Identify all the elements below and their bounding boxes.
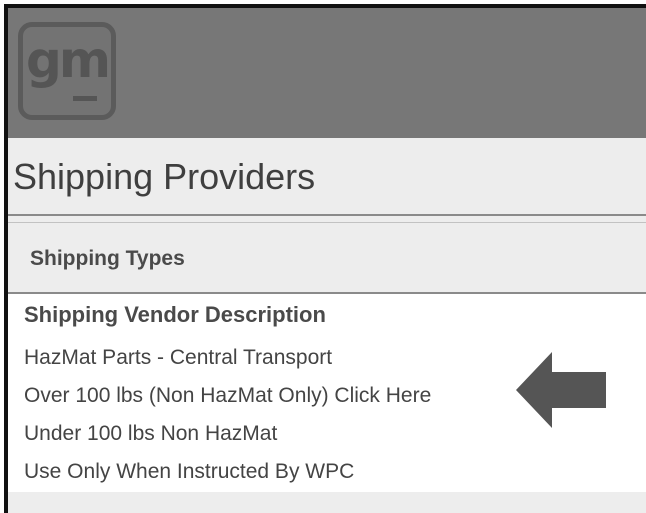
shipping-types-section[interactable]: Shipping Types	[8, 222, 646, 294]
vendor-list: HazMat Parts - Central Transport Over 10…	[24, 346, 431, 498]
title-bar: Shipping Providers	[8, 138, 646, 216]
logo-text: gm	[26, 31, 111, 89]
vendor-row-over-100-lbs[interactable]: Over 100 lbs (Non HazMat Only) Click Her…	[24, 384, 431, 422]
logo-underline	[73, 96, 97, 101]
page-title: Shipping Providers	[13, 156, 316, 197]
bottom-strip	[8, 492, 646, 513]
left-arrow-icon	[516, 352, 606, 428]
vendor-description-header: Shipping Vendor Description	[24, 302, 326, 327]
gm-logo[interactable]: gm	[18, 22, 116, 120]
shipping-types-label: Shipping Types	[30, 247, 185, 270]
app-header: gm	[8, 8, 646, 138]
vendor-row-under-100-lbs[interactable]: Under 100 lbs Non HazMat	[24, 422, 431, 460]
vendor-row-hazmat[interactable]: HazMat Parts - Central Transport	[24, 346, 431, 384]
shipping-providers-window: gm Shipping Providers Shipping Types Shi…	[4, 4, 646, 513]
